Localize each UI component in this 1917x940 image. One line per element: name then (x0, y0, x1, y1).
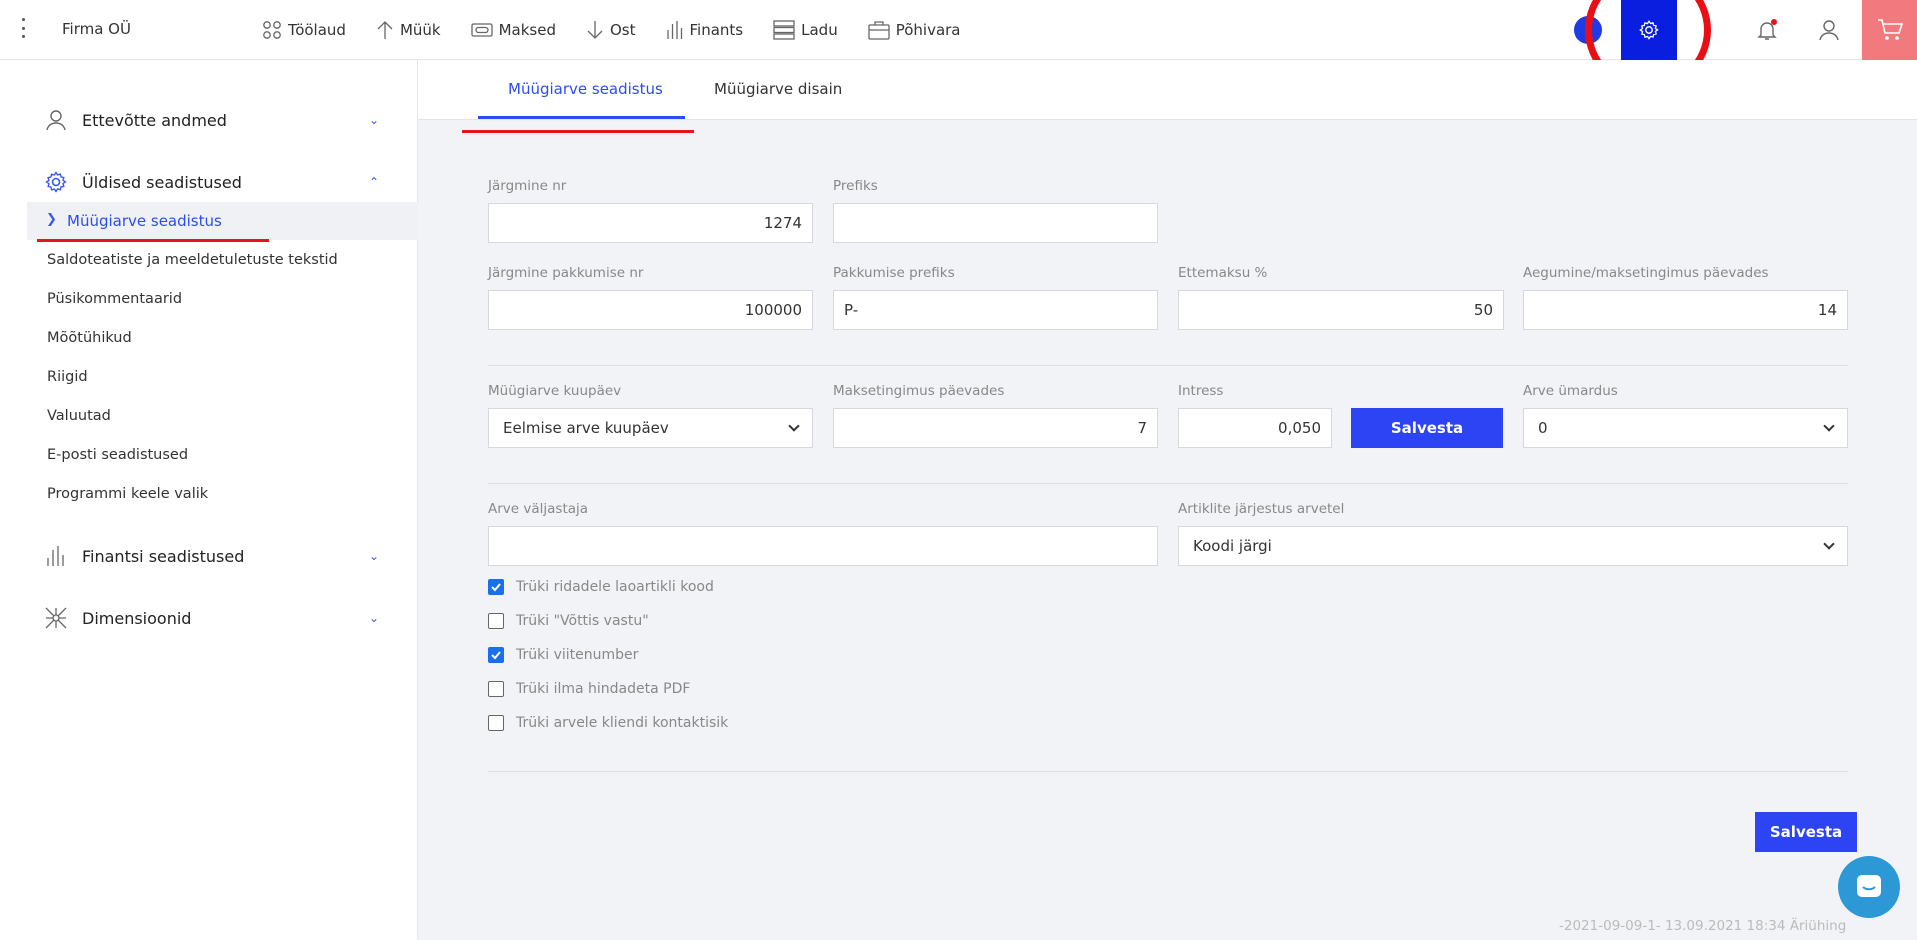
offer-prefix-input[interactable]: P- (833, 290, 1158, 330)
checkbox-print-received[interactable]: Trüki "Võttis vastu" (488, 613, 649, 629)
issuer-input[interactable] (488, 526, 1158, 566)
cart-icon (1877, 19, 1903, 40)
expiry-days-label: Aegumine/maksetingimus päevades (1523, 265, 1769, 281)
chevron-down-icon (1823, 420, 1835, 432)
sidebar-section-ettevotte[interactable]: Ettevõtte andmed ⌄ (44, 108, 379, 132)
save-interest-button[interactable]: Salvesta (1351, 408, 1503, 448)
dimensions-icon (45, 607, 67, 629)
sidebar-item-eposti[interactable]: E-posti seadistused (47, 447, 188, 463)
sidebar-section-dimensioonid[interactable]: Dimensioonid ⌄ (44, 606, 379, 630)
company-name[interactable]: Firma OÜ (62, 20, 131, 38)
divider (488, 365, 1848, 366)
prefix-input[interactable] (833, 203, 1158, 243)
checkbox-print-article-code[interactable]: Trüki ridadele laoartikli kood (488, 579, 714, 595)
chevron-down-icon (1823, 538, 1835, 550)
save-button[interactable]: Salvesta (1755, 812, 1857, 852)
bar-chart-icon (666, 21, 682, 39)
rounding-select[interactable]: 0 (1523, 408, 1848, 448)
chevron-right-icon: ❯ (46, 212, 57, 227)
checkbox-unchecked[interactable] (488, 613, 504, 629)
article-order-label: Artiklite järjestus arvetel (1178, 501, 1345, 517)
checkbox-print-reference[interactable]: Trüki viitenumber (488, 647, 638, 663)
arrow-down-icon (587, 21, 603, 39)
arrow-up-icon (377, 21, 393, 39)
payment-days-label: Maksetingimus päevades (833, 383, 1005, 399)
chevron-down-icon (788, 420, 800, 432)
interest-input[interactable]: 0,050 (1178, 408, 1332, 448)
divider (488, 483, 1848, 484)
issuer-label: Arve väljastaja (488, 501, 589, 517)
invoice-date-select[interactable]: Eelmise arve kuupäev (488, 408, 813, 448)
nav-maksed[interactable]: Maksed (470, 21, 556, 39)
highlight-underline-sidebar (37, 239, 269, 242)
chevron-down-icon: ⌄ (368, 549, 379, 563)
nav-ost[interactable]: Ost (586, 20, 636, 40)
chat-icon (1857, 875, 1881, 897)
sidebar-item-keel[interactable]: Programmi keele valik (47, 486, 208, 502)
chevron-up-icon: ⌃ (368, 175, 379, 189)
bar-chart-icon (47, 546, 64, 566)
invoice-date-label: Müügiarve kuupäev (488, 383, 622, 399)
divider (488, 771, 1848, 772)
next-nr-input[interactable]: 1274 (488, 203, 813, 243)
nav-toolaud[interactable]: Töölaud (262, 20, 346, 40)
sidebar-item-saldoteatised[interactable]: Saldoteatiste ja meeldetuletuste tekstid (47, 252, 338, 268)
active-tab-indicator (478, 116, 685, 119)
checkbox-unchecked[interactable] (488, 715, 504, 731)
nav-pohivara[interactable]: Põhivara (868, 20, 961, 40)
tab-muugiarve-disain[interactable]: Müügiarve disain (714, 80, 842, 98)
next-nr-label: Järgmine nr (488, 178, 567, 194)
warehouse-icon (773, 20, 795, 40)
sidebar-item-valuutad[interactable]: Valuutad (47, 408, 111, 424)
checkbox-print-contact[interactable]: Trüki arvele kliendi kontaktisik (488, 715, 728, 731)
tab-muugiarve-seadistus[interactable]: Müügiarve seadistus (508, 80, 663, 98)
bell-icon[interactable] (1755, 18, 1779, 42)
sidebar-item-muugiarve[interactable]: ❯ Müügiarve seadistus (27, 202, 418, 240)
sidebar-item-pusikommentaarid[interactable]: Püsikommentaarid (47, 291, 182, 307)
interest-label: Intress (1178, 383, 1224, 399)
article-order-select[interactable]: Koodi järgi (1178, 526, 1848, 566)
prefix-label: Prefiks (833, 178, 878, 194)
sidebar-item-mootuhikud[interactable]: Mõõtühikud (47, 330, 132, 346)
prepayment-input[interactable]: 50 (1178, 290, 1504, 330)
gear-icon (45, 171, 67, 193)
sidebar-section-uldised[interactable]: Üldised seadistused ⌃ (44, 170, 379, 194)
offer-prefix-label: Pakkumise prefiks (833, 265, 955, 281)
menu-dots-icon[interactable] (20, 18, 26, 38)
checkbox-print-no-prices[interactable]: Trüki ilma hindadeta PDF (488, 681, 690, 697)
sidebar-section-finantsi[interactable]: Finantsi seadistused ⌄ (44, 544, 379, 568)
chevron-down-icon: ⌄ (368, 611, 379, 625)
nav-finants[interactable]: Finants (666, 20, 743, 40)
chat-button[interactable] (1838, 856, 1900, 918)
main-nav: Töölaud Müük Maksed Ost Finants Ladu Põh… (262, 0, 991, 60)
next-offer-nr-input[interactable]: 100000 (488, 290, 813, 330)
money-icon (470, 23, 493, 37)
checkbox-unchecked[interactable] (488, 681, 504, 697)
nav-muuk[interactable]: Müük (376, 20, 441, 40)
dashboard-icon (263, 21, 281, 39)
user-icon[interactable] (1817, 18, 1841, 42)
checkbox-checked[interactable] (488, 579, 504, 595)
next-offer-nr-label: Järgmine pakkumise nr (488, 265, 644, 281)
sidebar-item-riigid[interactable]: Riigid (47, 369, 88, 385)
top-bar: Firma OÜ Töölaud Müük Maksed Ost Finants… (0, 0, 1917, 92)
briefcase-icon (868, 21, 890, 40)
payment-days-input[interactable]: 7 (833, 408, 1158, 448)
highlight-underline-tab (462, 130, 694, 133)
prepayment-label: Ettemaksu % (1178, 265, 1268, 281)
checkbox-checked[interactable] (488, 647, 504, 663)
nav-ladu[interactable]: Ladu (773, 20, 838, 40)
footer-version: -2021-09-09-1- 13.09.2021 18:34 Äriühing (1559, 918, 1847, 934)
cart-button[interactable] (1862, 0, 1917, 60)
rounding-label: Arve ümardus (1523, 383, 1618, 399)
user-icon (46, 110, 66, 131)
chevron-down-icon: ⌄ (368, 113, 379, 127)
expiry-days-input[interactable]: 14 (1523, 290, 1848, 330)
